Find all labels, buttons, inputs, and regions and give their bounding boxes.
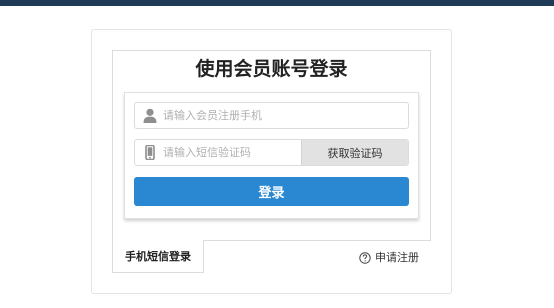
- login-button[interactable]: 登录: [134, 177, 409, 206]
- register-label: 申请注册: [375, 251, 419, 264]
- phone-field: [134, 102, 409, 129]
- tab-sms-login[interactable]: 手机短信登录: [112, 240, 204, 273]
- get-code-button[interactable]: 获取验证码: [301, 140, 408, 165]
- top-header-bar: [0, 0, 554, 6]
- user-icon: [143, 108, 157, 123]
- sms-code-field: 获取验证码: [134, 139, 409, 166]
- sms-code-input[interactable]: [163, 141, 298, 164]
- register-link[interactable]: 申请注册: [359, 250, 419, 266]
- phone-input[interactable]: [163, 104, 403, 127]
- question-circle-icon: [359, 252, 371, 264]
- login-title: 使用会员账号登录: [195, 58, 348, 80]
- mobile-phone-icon: [145, 145, 155, 160]
